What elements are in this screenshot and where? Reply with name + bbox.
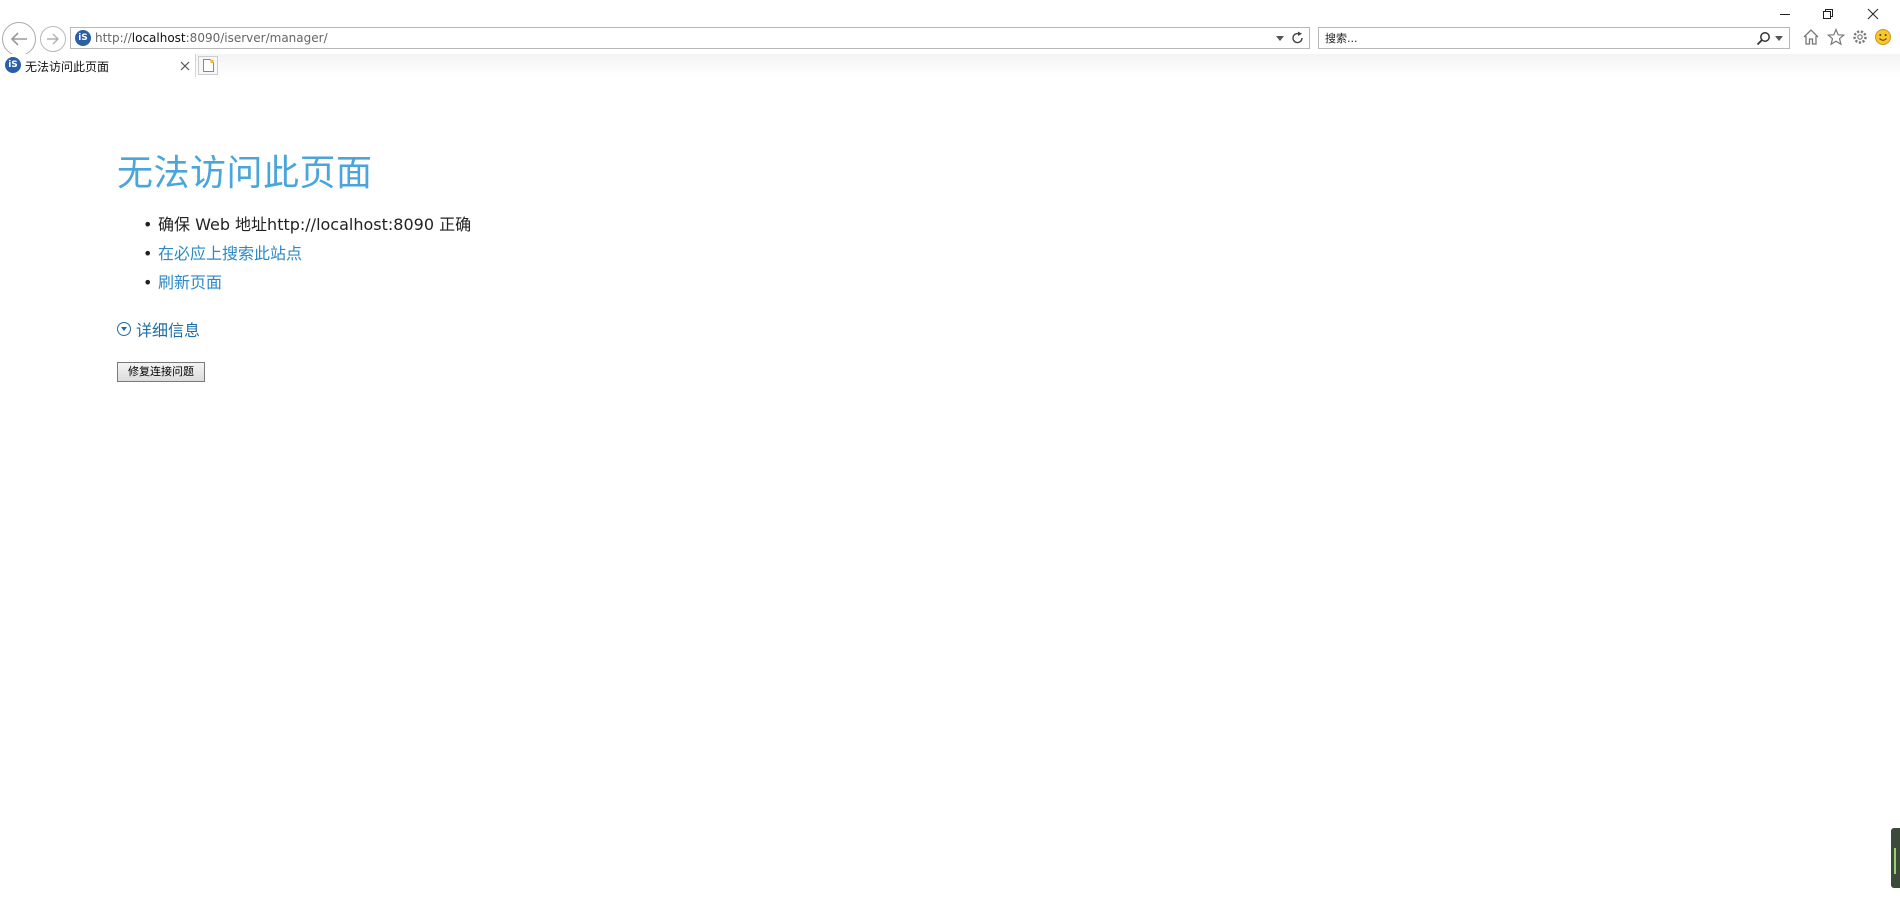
search-icon[interactable] [1756, 31, 1771, 46]
search-bing-link[interactable]: 在必应上搜索此站点 [158, 244, 302, 263]
side-panel-handle[interactable] [1891, 828, 1900, 888]
forward-icon [47, 33, 59, 45]
restore-button[interactable] [1808, 2, 1848, 26]
url-rest: :8090/iserver/manager/ [185, 31, 328, 45]
tab-title: 无法访问此页面 [25, 60, 110, 74]
refresh-page-link[interactable]: 刷新页面 [158, 273, 222, 292]
chevron-down-icon [117, 322, 131, 336]
search-box[interactable] [1318, 27, 1790, 49]
settings-gear-icon[interactable] [1851, 28, 1869, 46]
close-button[interactable] [1853, 2, 1893, 26]
page-heading: 无法访问此页面 [117, 153, 373, 194]
minimize-button[interactable] [1765, 2, 1805, 26]
forward-button[interactable] [40, 26, 66, 52]
search-dropdown-icon[interactable] [1775, 36, 1783, 42]
suggestion-check-url: 确保 Web 地址http://localhost:8090 正确 [117, 210, 471, 239]
tab-site-icon: iS [5, 57, 21, 73]
back-button[interactable] [2, 22, 36, 56]
close-icon [1867, 8, 1879, 20]
fix-connection-button[interactable]: 修复连接问题 [117, 362, 205, 382]
error-content: 无法访问此页面 确保 Web 地址http://localhost:8090 正… [117, 150, 471, 382]
new-tab-button[interactable] [198, 56, 218, 75]
new-tab-icon [203, 59, 214, 72]
minimize-icon [1780, 14, 1790, 15]
details-toggle[interactable]: 详细信息 [117, 317, 471, 341]
suggestion-list: 确保 Web 地址http://localhost:8090 正确 在必应上搜索… [117, 210, 471, 297]
search-input[interactable] [1325, 30, 1735, 46]
address-dropdown-icon[interactable] [1276, 36, 1284, 42]
address-bar[interactable]: iS http://localhost:8090/iserver/manager… [70, 27, 1310, 49]
tab-close-icon[interactable] [180, 61, 190, 71]
suggestion-refresh[interactable]: 刷新页面 [117, 268, 471, 297]
url-host: localhost [131, 31, 186, 45]
details-label: 详细信息 [136, 321, 201, 340]
home-icon[interactable] [1802, 28, 1820, 46]
favorites-star-icon[interactable] [1827, 28, 1845, 46]
refresh-icon[interactable] [1291, 31, 1305, 45]
url-prefix: http:// [95, 31, 132, 45]
restore-icon [1823, 9, 1833, 19]
browser-chrome: iS http://localhost:8090/iserver/manager… [0, 0, 1900, 77]
feedback-smiley-icon[interactable] [1874, 28, 1892, 46]
back-icon [10, 32, 27, 46]
tab-active[interactable]: iS 无法访问此页面 [0, 54, 196, 77]
site-icon: iS [75, 30, 91, 46]
tab-strip: iS 无法访问此页面 [0, 54, 1900, 77]
suggestion-search-bing[interactable]: 在必应上搜索此站点 [117, 239, 471, 268]
address-text: http://localhost:8090/iserver/manager/ [95, 31, 328, 45]
